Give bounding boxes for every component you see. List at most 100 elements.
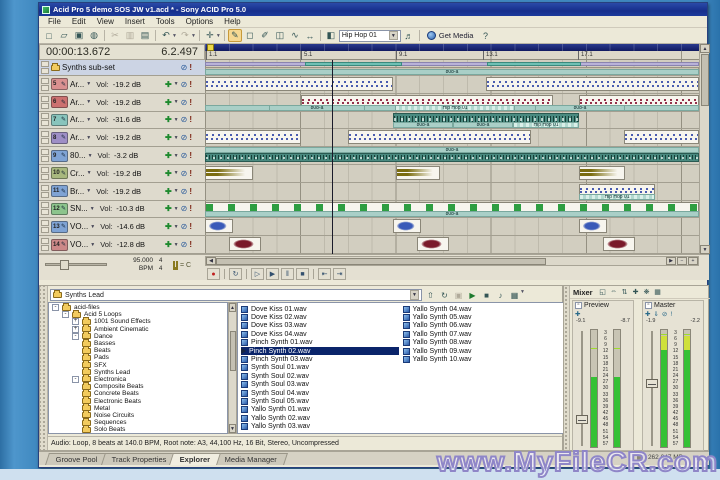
solo-icon[interactable] [41, 156, 49, 163]
mute-icon[interactable] [41, 238, 49, 245]
solo-icon[interactable] [41, 138, 49, 145]
zoom-out-icon[interactable]: − [677, 257, 687, 265]
solo-icon[interactable]: ! [189, 63, 192, 72]
timeline-marker[interactable] [207, 44, 214, 51]
time-display[interactable]: 00:00:13.672 6.2.497 [39, 44, 205, 60]
zoom-in-icon[interactable]: + [688, 257, 698, 265]
track-color-chip[interactable]: 6 ✎ [51, 96, 68, 109]
fader-knob[interactable] [576, 414, 588, 424]
solo-icon[interactable]: ! [189, 204, 192, 213]
chevron-down-icon[interactable]: ▼ [172, 33, 177, 39]
track-color-chip[interactable]: 14 ✎ [51, 238, 68, 251]
audio-clip[interactable] [579, 165, 625, 180]
tab-groove-pool[interactable]: Groove Pool [45, 453, 109, 465]
tree-item-basses[interactable]: Basses [49, 338, 227, 347]
mute-icon[interactable] [41, 166, 49, 173]
open-file-icon[interactable]: ▱ [57, 29, 71, 42]
mute-icon[interactable] [41, 149, 49, 156]
timeline-vertical-scrollbar[interactable]: ▲ ▼ [699, 44, 710, 254]
track-name[interactable]: SN... [70, 204, 88, 213]
chevron-down-icon[interactable]: ▼ [90, 206, 95, 212]
mute-icon[interactable]: ⊘ [662, 310, 667, 318]
track-name[interactable]: Ar... [70, 98, 84, 107]
audio-clip[interactable] [229, 237, 261, 251]
track-header[interactable]: 14 ✎ VO... ▼ Vol: -12.8 dB ✚ ▼ ⊘! [39, 236, 205, 254]
list-item[interactable]: Pinch Synth 01.wav [241, 339, 399, 347]
fx-icon[interactable]: ✚ [575, 310, 580, 318]
add-fx-icon[interactable]: ✚ [165, 115, 172, 124]
solo-icon[interactable] [41, 245, 49, 252]
meter-options-icon[interactable]: ⇅ [620, 288, 630, 296]
tree-item-strings[interactable]: Strings [83, 431, 89, 433]
new-file-icon[interactable]: □ [42, 29, 56, 42]
tab-track-properties[interactable]: Track Properties [100, 453, 178, 465]
chevron-down-icon[interactable]: ▼ [174, 135, 179, 141]
solo-icon[interactable]: ! [189, 187, 192, 196]
volume-fader[interactable] [575, 329, 589, 448]
list-item[interactable]: Yallo Synth 03.wav [241, 422, 399, 431]
pan-scrub-tool-icon[interactable]: ✛ [203, 29, 217, 42]
tree-item-electronica[interactable]: - Electronica [49, 374, 227, 383]
playback-cursor[interactable] [332, 60, 333, 254]
mute-icon[interactable] [41, 95, 49, 102]
tree-item-electronic-beats[interactable]: Electronic Beats [49, 396, 227, 405]
list-item[interactable]: Yallo Synth 05.wav [402, 313, 561, 321]
fx-icon[interactable]: ✚ [645, 310, 650, 318]
chevron-down-icon[interactable]: ▼ [174, 224, 179, 230]
fader-knob[interactable] [646, 378, 658, 388]
dock-options-icon[interactable]: ◱ [598, 288, 608, 296]
list-item[interactable]: Pinch Synth 03.wav [241, 355, 399, 364]
clip-label-strip[interactable]: 808-a [205, 69, 699, 75]
tree-item-solo-beats[interactable]: Solo Beats [49, 424, 227, 433]
track-name[interactable]: Synths sub-set [62, 63, 115, 72]
solo-icon[interactable]: ! [189, 133, 192, 142]
play-button[interactable]: ▶ [266, 268, 279, 280]
tree-expander-icon[interactable]: - [72, 375, 79, 383]
tree-expander-icon[interactable]: - [62, 311, 69, 319]
mute-icon[interactable] [41, 113, 49, 120]
chevron-down-icon[interactable]: ▼ [216, 33, 221, 39]
tree-item-ambient-cinematic[interactable]: + Ambient Cinematic [49, 324, 227, 333]
menu-options[interactable]: Options [181, 17, 219, 26]
chevron-down-icon[interactable]: ▼ [88, 153, 93, 159]
solo-icon[interactable] [41, 120, 49, 127]
solo-icon[interactable]: ! [189, 169, 192, 178]
audio-clip[interactable] [205, 62, 699, 66]
mute-circle-icon[interactable]: ⊘ [181, 133, 188, 142]
new-folder-icon[interactable]: ▣ [452, 289, 465, 301]
track-header[interactable]: 12 ✎ SN... ▼ Vol: -10.3 dB ✚ ▼ ⊘! [39, 200, 205, 219]
add-fx-icon[interactable]: ✚ [165, 240, 172, 249]
list-item[interactable]: Dove Kiss 01.wav [241, 305, 399, 313]
track-name[interactable]: VO... [70, 240, 88, 249]
track-name[interactable]: Br... [70, 187, 84, 196]
chevron-down-icon[interactable]: ▼ [174, 117, 179, 123]
tree-item-dance[interactable]: - Dance [49, 331, 227, 340]
solo-icon[interactable]: ! [189, 151, 192, 160]
track-header-folder[interactable]: Synths sub-set ⊘! [39, 60, 205, 76]
track-header[interactable]: 5 ✎ Ar... ▼ Vol: -19.2 dB ✚ ▼ ⊘! [39, 76, 205, 94]
timeline-track-lane[interactable]: 808-a [205, 201, 699, 219]
stop-button[interactable]: ■ [296, 268, 309, 280]
list-item[interactable]: Yallo Synth 02.wav [241, 414, 399, 422]
tree-item-noise-circuits[interactable]: Noise Circuits [49, 410, 227, 419]
mute-icon[interactable] [41, 131, 49, 138]
audio-clip[interactable] [205, 165, 253, 180]
chevron-down-icon[interactable]: ▼ [174, 99, 179, 105]
clip-label-strip[interactable]: 808-a [453, 122, 513, 129]
stop-preview-icon[interactable]: ■ [480, 289, 493, 301]
mute-circle-icon[interactable]: ⊘ [181, 187, 188, 196]
audio-clip[interactable] [305, 62, 402, 66]
volume-value[interactable]: -31.6 dB [113, 115, 141, 124]
add-fx-icon[interactable]: ✚ [165, 98, 172, 107]
track-color-chip[interactable]: 12 ✎ [51, 202, 68, 215]
audio-clip[interactable] [486, 77, 699, 91]
paste-icon[interactable]: ▤ [138, 29, 152, 42]
chevron-down-icon[interactable]: ▼ [90, 242, 95, 248]
tree-item-acid-5-loops[interactable]: - Acid 5 Loops [49, 309, 227, 319]
solo-icon[interactable]: ! [670, 311, 672, 318]
list-item[interactable]: Synth Soul 04.wav [241, 389, 399, 397]
window-grip[interactable] [40, 286, 48, 450]
start-preview-icon[interactable]: ▶ [466, 289, 479, 301]
auto-preview-icon[interactable]: ♪ [494, 289, 507, 301]
list-item[interactable]: Synth Soul 03.wav [241, 381, 399, 389]
